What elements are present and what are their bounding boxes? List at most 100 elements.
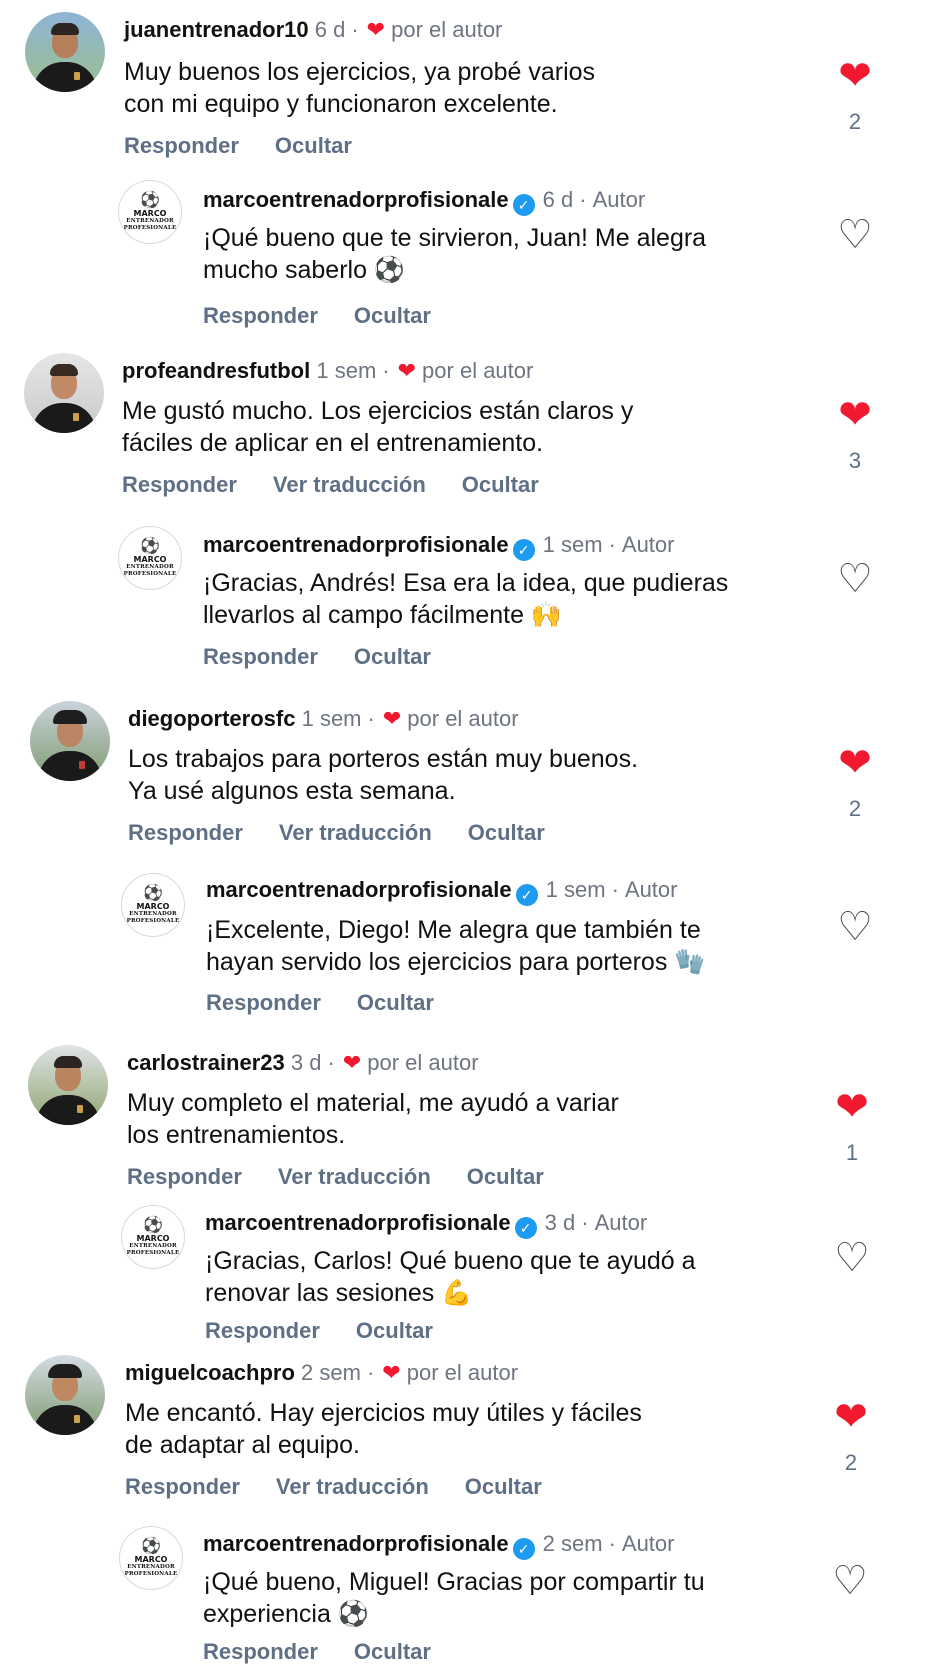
- username[interactable]: juanentrenador10: [124, 17, 309, 42]
- timestamp: 6 d: [542, 187, 574, 212]
- hide-button[interactable]: Ocultar: [275, 133, 352, 158]
- avatar[interactable]: [25, 1355, 105, 1435]
- reply-text: ¡Excelente, Diego! Me alegra que también…: [206, 916, 706, 976]
- like-button[interactable]: ♡: [830, 907, 880, 947]
- username[interactable]: marcoentrenadorprofisionale: [203, 1531, 509, 1556]
- author-avatar[interactable]: ⚽ MARCO ENTRENADOR PROFESIONALE: [121, 1205, 185, 1269]
- reply-button[interactable]: Responder: [203, 1639, 318, 1664]
- username[interactable]: marcoentrenadorprofisionale: [203, 532, 509, 557]
- like-button[interactable]: ❤ 3: [830, 395, 880, 473]
- reply-text: ¡Gracias, Carlos! Qué bueno que te ayudó…: [205, 1247, 696, 1307]
- like-button[interactable]: ♡: [830, 215, 880, 255]
- comment-text: Los trabajos para porteros están muy bue…: [128, 745, 639, 805]
- hide-button[interactable]: Ocultar: [468, 820, 545, 845]
- reply-header: marcoentrenadorprofisionale ✓ 1 sem · Autor: [203, 531, 674, 561]
- like-button[interactable]: ❤ 2: [826, 1397, 876, 1475]
- soccer-ball-icon: ⚽: [143, 1217, 163, 1234]
- username[interactable]: marcoentrenadorprofisionale: [206, 877, 512, 902]
- reply-button[interactable]: Responder: [203, 644, 318, 669]
- heart-filled-icon: ❤: [838, 54, 872, 98]
- avatar[interactable]: [25, 12, 105, 92]
- hide-button[interactable]: Ocultar: [467, 1164, 544, 1189]
- like-button[interactable]: ♡: [827, 1238, 877, 1278]
- author-label: Autor: [592, 187, 646, 212]
- liked-by-author-label: por el autor: [391, 17, 503, 42]
- heart-filled-icon: ❤: [838, 393, 872, 437]
- reply-text: ¡Qué bueno que te sirvieron, Juan! Me al…: [203, 224, 707, 284]
- comment-text: Me gustó mucho. Los ejercicios están cla…: [122, 397, 634, 457]
- comment-header: profeandresfutbol 1 sem · ❤ por el autor: [122, 358, 534, 383]
- timestamp: 1 sem: [542, 532, 603, 557]
- username[interactable]: marcoentrenadorprofisionale: [203, 187, 509, 212]
- avatar[interactable]: [28, 1045, 108, 1125]
- liked-by-author-label: por el autor: [367, 1050, 479, 1075]
- liked-by-author-label: por el autor: [422, 358, 534, 383]
- hide-button[interactable]: Ocultar: [357, 990, 434, 1015]
- username[interactable]: profeandresfutbol: [122, 358, 310, 383]
- like-count: 2: [844, 1450, 858, 1475]
- username[interactable]: miguelcoachpro: [125, 1360, 295, 1385]
- liked-by-author-label: por el autor: [407, 706, 519, 731]
- reply-button[interactable]: Responder: [125, 1474, 240, 1499]
- hide-button[interactable]: Ocultar: [354, 644, 431, 669]
- soccer-ball-icon: ⚽: [143, 885, 163, 902]
- comment-actions: Responder Ver traducción Ocultar: [125, 1473, 578, 1501]
- author-avatar[interactable]: ⚽ MARCO ENTRENADOR PROFESIONALE: [121, 873, 185, 937]
- author-label: Autor: [621, 532, 675, 557]
- timestamp: 1 sem: [545, 877, 606, 902]
- heart-icon: ❤: [382, 706, 402, 731]
- reply-text: ¡Gracias, Andrés! Esa era la idea, que p…: [203, 569, 729, 629]
- hide-button[interactable]: Ocultar: [356, 1318, 433, 1343]
- like-button[interactable]: ❤ 2: [830, 56, 880, 134]
- reply-button[interactable]: Responder: [124, 133, 239, 158]
- reply-header: marcoentrenadorprofisionale ✓ 6 d · Autor: [203, 186, 645, 216]
- avatar[interactable]: [30, 701, 110, 781]
- timestamp: 6 d: [314, 17, 346, 42]
- reply-button[interactable]: Responder: [122, 472, 237, 497]
- translate-button[interactable]: Ver traducción: [279, 820, 432, 845]
- heart-filled-icon: ❤: [834, 1395, 868, 1439]
- heart-filled-icon: ❤: [838, 741, 872, 785]
- liked-by-author-label: por el autor: [406, 1360, 519, 1385]
- username[interactable]: diegoporterosfc: [128, 706, 295, 731]
- reply-header: marcoentrenadorprofisionale ✓ 1 sem · Autor: [206, 876, 677, 906]
- avatar[interactable]: [24, 353, 104, 433]
- reply-button[interactable]: Responder: [206, 990, 321, 1015]
- reply-button[interactable]: Responder: [205, 1318, 320, 1343]
- heart-outline-icon: ♡: [834, 1236, 870, 1280]
- verified-icon: ✓: [515, 884, 538, 906]
- hide-button[interactable]: Ocultar: [354, 1639, 431, 1664]
- hide-button[interactable]: Ocultar: [462, 472, 539, 497]
- translate-button[interactable]: Ver traducción: [273, 472, 426, 497]
- reply-header: marcoentrenadorprofisionale ✓ 2 sem · Autor: [203, 1530, 674, 1560]
- author-avatar[interactable]: ⚽ MARCO ENTRENADOR PROFESIONALE: [119, 1526, 183, 1590]
- heart-icon: ❤: [366, 17, 386, 42]
- reply-actions: Responder Ocultar: [205, 1317, 469, 1345]
- author-avatar[interactable]: ⚽ MARCO ENTRENADOR PROFESIONALE: [118, 180, 182, 244]
- comment-header: diegoporterosfc 1 sem · ❤ por el autor: [128, 706, 519, 731]
- reply-button[interactable]: Responder: [203, 303, 318, 328]
- username[interactable]: marcoentrenadorprofisionale: [205, 1210, 511, 1235]
- like-button[interactable]: ♡: [825, 1561, 875, 1601]
- hide-button[interactable]: Ocultar: [465, 1474, 542, 1499]
- heart-filled-icon: ❤: [835, 1085, 869, 1129]
- reply-text: ¡Qué bueno, Miguel! Gracias por comparti…: [203, 1568, 705, 1628]
- reply-header: marcoentrenadorprofisionale ✓ 3 d · Autor: [205, 1209, 647, 1239]
- like-count: 3: [848, 448, 862, 473]
- translate-button[interactable]: Ver traducción: [276, 1474, 429, 1499]
- comment-header: miguelcoachpro 2 sem · ❤ por el autor: [125, 1360, 519, 1385]
- translate-button[interactable]: Ver traducción: [278, 1164, 431, 1189]
- username[interactable]: carlostrainer23: [127, 1050, 285, 1075]
- like-button[interactable]: ❤ 1: [827, 1087, 877, 1165]
- timestamp: 1 sem: [316, 358, 377, 383]
- reply-actions: Responder Ocultar: [203, 1638, 467, 1666]
- comment-actions: Responder Ver traducción Ocultar: [128, 819, 581, 847]
- like-button[interactable]: ❤ 2: [830, 743, 880, 821]
- heart-outline-icon: ♡: [837, 905, 873, 949]
- comment-text: Muy completo el material, me ayudó a var…: [127, 1089, 619, 1149]
- hide-button[interactable]: Ocultar: [354, 303, 431, 328]
- reply-button[interactable]: Responder: [128, 820, 243, 845]
- like-button[interactable]: ♡: [830, 559, 880, 599]
- reply-button[interactable]: Responder: [127, 1164, 242, 1189]
- author-avatar[interactable]: ⚽ MARCO ENTRENADOR PROFESIONALE: [118, 526, 182, 590]
